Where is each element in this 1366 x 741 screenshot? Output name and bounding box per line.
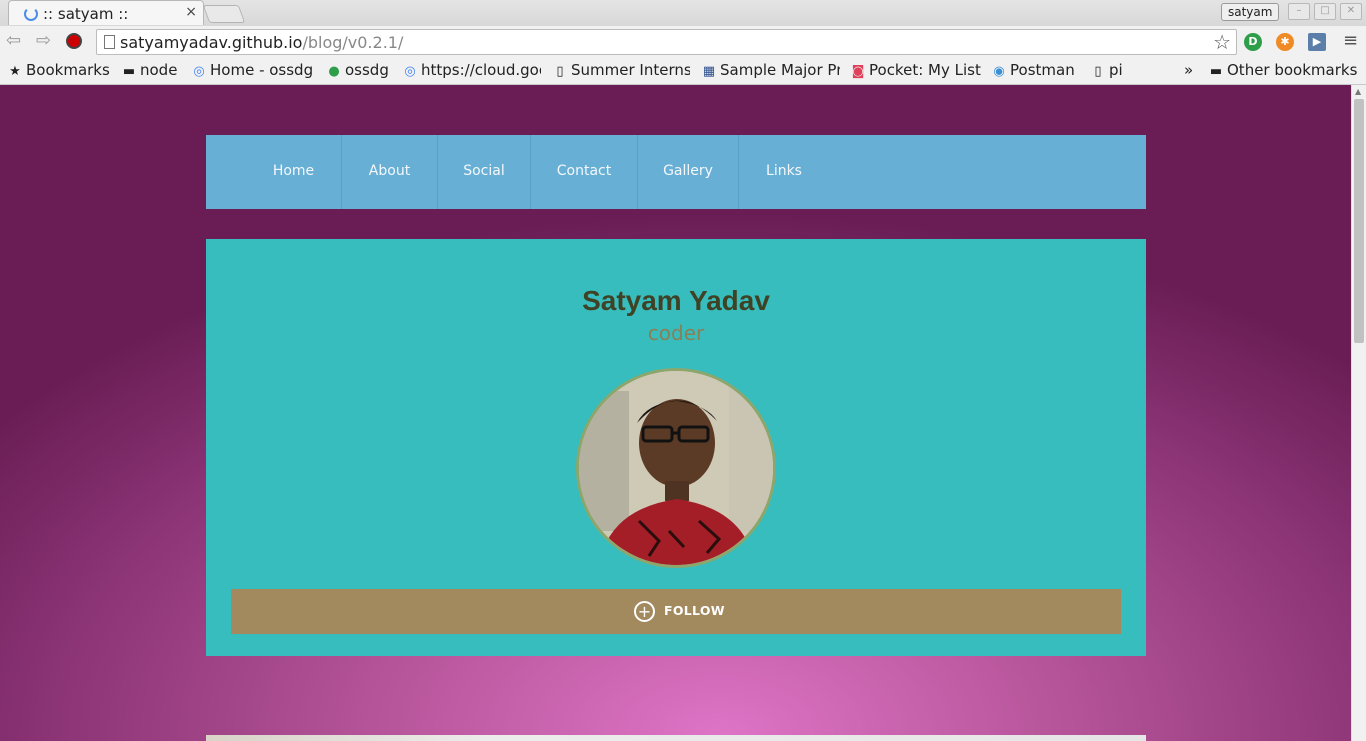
bookmark-item[interactable]: ◉ Postman (992, 61, 1080, 79)
page-icon: ▯ (556, 64, 564, 79)
scrollbar-thumb[interactable] (1354, 99, 1364, 343)
new-tab-button[interactable] (202, 5, 246, 23)
scrollbar[interactable]: ▲ (1351, 85, 1366, 741)
address-bar[interactable]: satyamyadav.github.io/blog/v0.2.1/ ☆ (96, 29, 1237, 55)
url-text[interactable]: satyamyadav.github.io/blog/v0.2.1/ (120, 33, 403, 52)
url-host: satyamyadav.github.io (120, 33, 303, 52)
nav-links[interactable]: Links (739, 135, 829, 209)
profile-name: Satyam Yadav (582, 285, 770, 316)
extension-cast-icon[interactable]: ▶ (1308, 33, 1326, 51)
maximize-button[interactable]: □ (1314, 3, 1336, 20)
loading-spinner-icon (24, 7, 38, 21)
avatar (576, 368, 776, 568)
profile-role: coder (647, 321, 705, 345)
extension-green-icon[interactable]: D (1244, 33, 1262, 51)
minimize-button[interactable]: – (1288, 3, 1310, 20)
profile-button[interactable]: satyam (1221, 3, 1280, 21)
close-window-button[interactable]: ✕ (1340, 3, 1362, 20)
folder-icon: ▬ (122, 64, 136, 79)
forward-icon[interactable]: ⇨ (36, 30, 51, 51)
browser-toolbar: ⇦ ⇨ satyamyadav.github.io/blog/v0.2.1/ ☆… (0, 26, 1366, 58)
stop-icon[interactable] (66, 33, 82, 49)
page-icon (104, 35, 115, 49)
google-icon: ◎ (404, 64, 416, 79)
bookmark-item[interactable]: ● ossdg (327, 61, 393, 79)
bookmark-item[interactable]: ◙ Pocket: My List (851, 61, 983, 79)
site-nav: Home About Social Contact Gallery Links (206, 135, 1146, 209)
nav-gallery[interactable]: Gallery (638, 135, 739, 209)
page-icon: ▯ (1094, 64, 1102, 79)
star-icon: ★ (9, 64, 21, 79)
page-viewport: Home About Social Contact Gallery Links … (0, 85, 1351, 741)
tab-strip: :: satyam :: × satyam – □ ✕ (0, 0, 1366, 26)
bookmark-item[interactable]: ▦Sample Major Project (702, 61, 840, 79)
nav-home[interactable]: Home (246, 135, 342, 209)
bookmark-item[interactable]: ◎ Home - ossdg (192, 61, 318, 79)
grid-icon: ▦ (702, 64, 716, 79)
scroll-up-icon[interactable]: ▲ (1355, 87, 1361, 96)
extension-orange-icon[interactable]: ✱ (1276, 33, 1294, 51)
url-path: /blog/v0.2.1/ (302, 33, 404, 52)
folder-icon: ▬ (1209, 64, 1223, 79)
globe-icon: ◉ (993, 64, 1005, 79)
google-icon: ◎ (193, 64, 205, 79)
next-card-edge (206, 735, 1146, 741)
plus-circle-icon: + (634, 601, 655, 622)
menu-icon[interactable]: ≡ (1343, 30, 1358, 51)
tab-title: :: satyam :: (43, 5, 129, 23)
follow-button[interactable]: + FOLLOW (231, 589, 1121, 634)
bookmarks-bar: ★ Bookmarks ▬ node ◎ Home - ossdg ● ossdg ◎ h… (0, 58, 1366, 85)
follow-label: FOLLOW (664, 603, 725, 618)
profile-card: Satyam Yadav coder + FOLLOW (206, 239, 1146, 656)
github-icon: ● (328, 64, 340, 79)
tab-close-icon[interactable]: × (185, 4, 197, 20)
other-bookmarks[interactable]: ▬ Other bookmarks (1209, 61, 1361, 79)
bookmarks-overflow[interactable]: » (1184, 61, 1196, 79)
pocket-icon: ◙ (851, 64, 865, 79)
bookmark-item[interactable]: ▬ node (122, 61, 182, 79)
nav-contact[interactable]: Contact (531, 135, 638, 209)
browser-tab[interactable]: :: satyam :: × (8, 0, 204, 25)
nav-about[interactable]: About (342, 135, 438, 209)
bookmark-item[interactable]: ▯ pi (1091, 61, 1127, 79)
bookmark-item[interactable]: ★ Bookmarks (8, 61, 112, 79)
bookmark-item[interactable]: ◎https://cloud.google.com (403, 61, 541, 79)
back-icon[interactable]: ⇦ (6, 30, 21, 51)
bookmark-item[interactable]: ▯Summer Internship (553, 61, 690, 79)
nav-social[interactable]: Social (438, 135, 531, 209)
avatar-photo (579, 371, 773, 565)
bookmark-star-icon[interactable]: ☆ (1213, 30, 1231, 54)
